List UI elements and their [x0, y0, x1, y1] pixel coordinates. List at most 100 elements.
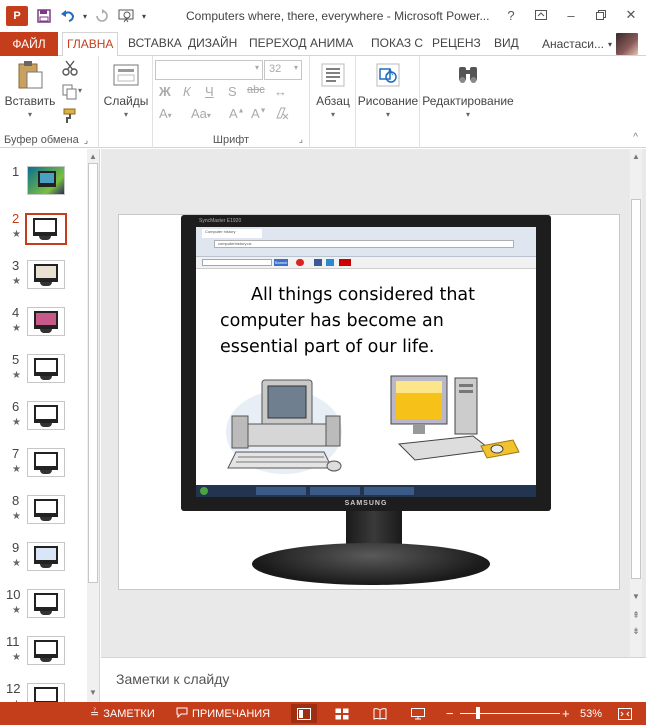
- undo-icon[interactable]: [56, 5, 80, 27]
- notes-placeholder[interactable]: Заметки к слайду: [116, 671, 229, 687]
- thumbnail-slide-8[interactable]: 8 ★: [0, 493, 86, 539]
- tab-review[interactable]: РЕЦЕНЗ: [428, 32, 485, 56]
- collapse-ribbon-icon[interactable]: ^: [633, 132, 638, 143]
- tab-insert[interactable]: ВСТАВКА: [124, 32, 186, 56]
- new-slide-button[interactable]: Слайды ▾: [103, 60, 149, 119]
- notes-toggle-button[interactable]: ≟ ЗАМЕТКИ: [90, 702, 155, 725]
- browser-search-button: Search: [274, 259, 288, 266]
- slide-canvas[interactable]: SyncMaster E1920 Computer history comput…: [118, 214, 620, 590]
- comments-toggle-button[interactable]: ПРИМЕЧАНИЯ: [176, 702, 270, 725]
- scroll-thumb[interactable]: [88, 163, 98, 583]
- thumbnail-slide-4[interactable]: 4 ★: [0, 305, 86, 351]
- grow-font-icon[interactable]: A▲: [229, 106, 245, 121]
- drawing-button[interactable]: A Рисование ▾: [358, 60, 418, 119]
- format-painter-icon[interactable]: [62, 108, 78, 124]
- shadow-button[interactable]: abc: [247, 84, 265, 96]
- notes-pane[interactable]: Заметки к слайду: [101, 657, 646, 702]
- font-size-select[interactable]: 32 ▾: [264, 60, 302, 80]
- thumbnail-scrollbar[interactable]: ▲ ▼: [87, 149, 99, 702]
- thumbnail-slide-11[interactable]: 11 ★: [0, 634, 86, 680]
- dialog-launcher-icon[interactable]: ⌟: [84, 135, 88, 145]
- italic-button[interactable]: К: [183, 84, 191, 99]
- minimize-button[interactable]: –: [556, 0, 586, 30]
- thumbnail-number: 5: [12, 352, 20, 367]
- tab-animations[interactable]: АНИМА: [306, 32, 357, 56]
- thumbnail-slide-3[interactable]: 3 ★: [0, 258, 86, 304]
- chevron-down-icon[interactable]: ▾: [78, 86, 82, 95]
- shrink-font-icon[interactable]: A▼: [251, 106, 267, 121]
- slideshow-button[interactable]: [405, 704, 431, 723]
- title-bar: P ▾ ▾ Computers where, there, everywhere…: [0, 0, 646, 32]
- monitor-model-label: SyncMaster E1920: [199, 218, 242, 224]
- undo-dropdown-icon[interactable]: ▾: [80, 5, 90, 27]
- scroll-down-icon[interactable]: ▼: [630, 591, 642, 603]
- save-icon[interactable]: [32, 5, 56, 27]
- bold-button[interactable]: Ж: [159, 84, 171, 99]
- scroll-thumb[interactable]: [631, 199, 641, 579]
- chevron-down-icon: ▾: [330, 110, 335, 119]
- tab-slideshow[interactable]: ПОКАЗ С: [367, 32, 427, 56]
- fit-slide-button[interactable]: [612, 704, 638, 723]
- thumbnail-number: 10: [6, 587, 21, 602]
- font-color-icon[interactable]: A▾: [159, 106, 172, 121]
- browser-tab: Computer history: [202, 229, 262, 238]
- monitor-brand: SAMSUNG: [344, 500, 388, 507]
- slide-sorter-button[interactable]: [329, 704, 355, 723]
- clear-formatting-icon[interactable]: [275, 106, 289, 123]
- tab-file[interactable]: ФАЙЛ: [0, 32, 58, 56]
- editing-button[interactable]: Редактирование ▾: [422, 60, 514, 119]
- chevron-down-icon: ▾: [385, 110, 390, 119]
- previous-slide-icon[interactable]: ⇞: [630, 609, 642, 621]
- tab-design[interactable]: ДИЗАЙН: [184, 32, 241, 56]
- thumbnail-slide-9[interactable]: 9 ★: [0, 540, 86, 586]
- zoom-slider[interactable]: [460, 713, 560, 714]
- cut-icon[interactable]: [62, 60, 78, 76]
- help-button[interactable]: ?: [496, 0, 526, 30]
- presentation-icon[interactable]: [114, 5, 138, 27]
- font-family-select[interactable]: ▾: [155, 60, 263, 80]
- zoom-out-button[interactable]: −: [446, 702, 454, 725]
- monitor-screen: Computer history computerhistory.uk Sear…: [196, 227, 536, 497]
- scroll-up-icon[interactable]: ▲: [630, 151, 642, 163]
- thumbnail-slide-12[interactable]: 12 ★: [0, 681, 86, 702]
- animation-star-icon: ★: [12, 276, 21, 287]
- animation-star-icon: ★: [12, 464, 21, 475]
- maximize-button[interactable]: [586, 0, 616, 30]
- strikethrough-button[interactable]: S: [228, 84, 237, 99]
- dialog-launcher-icon[interactable]: ⌟: [299, 134, 303, 145]
- customize-qat-icon[interactable]: ▾: [138, 5, 150, 27]
- reading-view-button[interactable]: [367, 704, 393, 723]
- scroll-up-icon[interactable]: ▲: [87, 151, 99, 163]
- copy-icon[interactable]: [62, 84, 78, 100]
- thumbnail-slide-7[interactable]: 7 ★: [0, 446, 86, 492]
- zoom-slider-thumb[interactable]: [476, 707, 480, 719]
- paste-button[interactable]: Вставить ▾: [5, 60, 55, 119]
- redo-icon[interactable]: [90, 5, 114, 27]
- scroll-down-icon[interactable]: ▼: [87, 687, 99, 699]
- chevron-down-icon: ▾: [607, 39, 612, 49]
- ribbon-display-button[interactable]: [526, 0, 556, 30]
- character-spacing-icon[interactable]: ↔: [274, 84, 287, 99]
- normal-view-button[interactable]: [291, 704, 317, 723]
- close-button[interactable]: ✕: [616, 0, 646, 30]
- powerpoint-app-icon[interactable]: P: [6, 6, 28, 26]
- tab-transitions[interactable]: ПЕРЕХОД: [245, 32, 310, 56]
- change-case-button[interactable]: Aa▾: [191, 106, 211, 121]
- zoom-in-button[interactable]: +: [562, 702, 570, 725]
- ribbon: Вставить ▾ ▾ Буфер обмена ⌟ Слайды ▾ ▾ 3…: [0, 56, 646, 148]
- thumbnail-slide-2[interactable]: 2 ★: [0, 211, 86, 257]
- thumbnail-slide-1[interactable]: 1: [0, 164, 86, 210]
- thumbnail-slide-10[interactable]: 10 ★: [0, 587, 86, 633]
- chevron-down-icon: ▾: [254, 63, 259, 72]
- paragraph-button[interactable]: Абзац ▾: [312, 60, 354, 119]
- thumbnail-image: [27, 307, 65, 336]
- thumbnail-slide-5[interactable]: 5 ★: [0, 352, 86, 398]
- underline-button[interactable]: Ч: [205, 84, 214, 99]
- thumbnail-slide-6[interactable]: 6 ★: [0, 399, 86, 445]
- zoom-level[interactable]: 53%: [580, 702, 602, 725]
- next-slide-icon[interactable]: ⇟: [630, 625, 642, 637]
- tab-home[interactable]: ГЛАВНА: [62, 32, 119, 57]
- user-account[interactable]: Анастаси... ▾: [542, 32, 638, 56]
- slide-scrollbar[interactable]: ▲ ▼ ⇞ ⇟: [630, 149, 642, 657]
- tab-view[interactable]: ВИД: [490, 32, 523, 56]
